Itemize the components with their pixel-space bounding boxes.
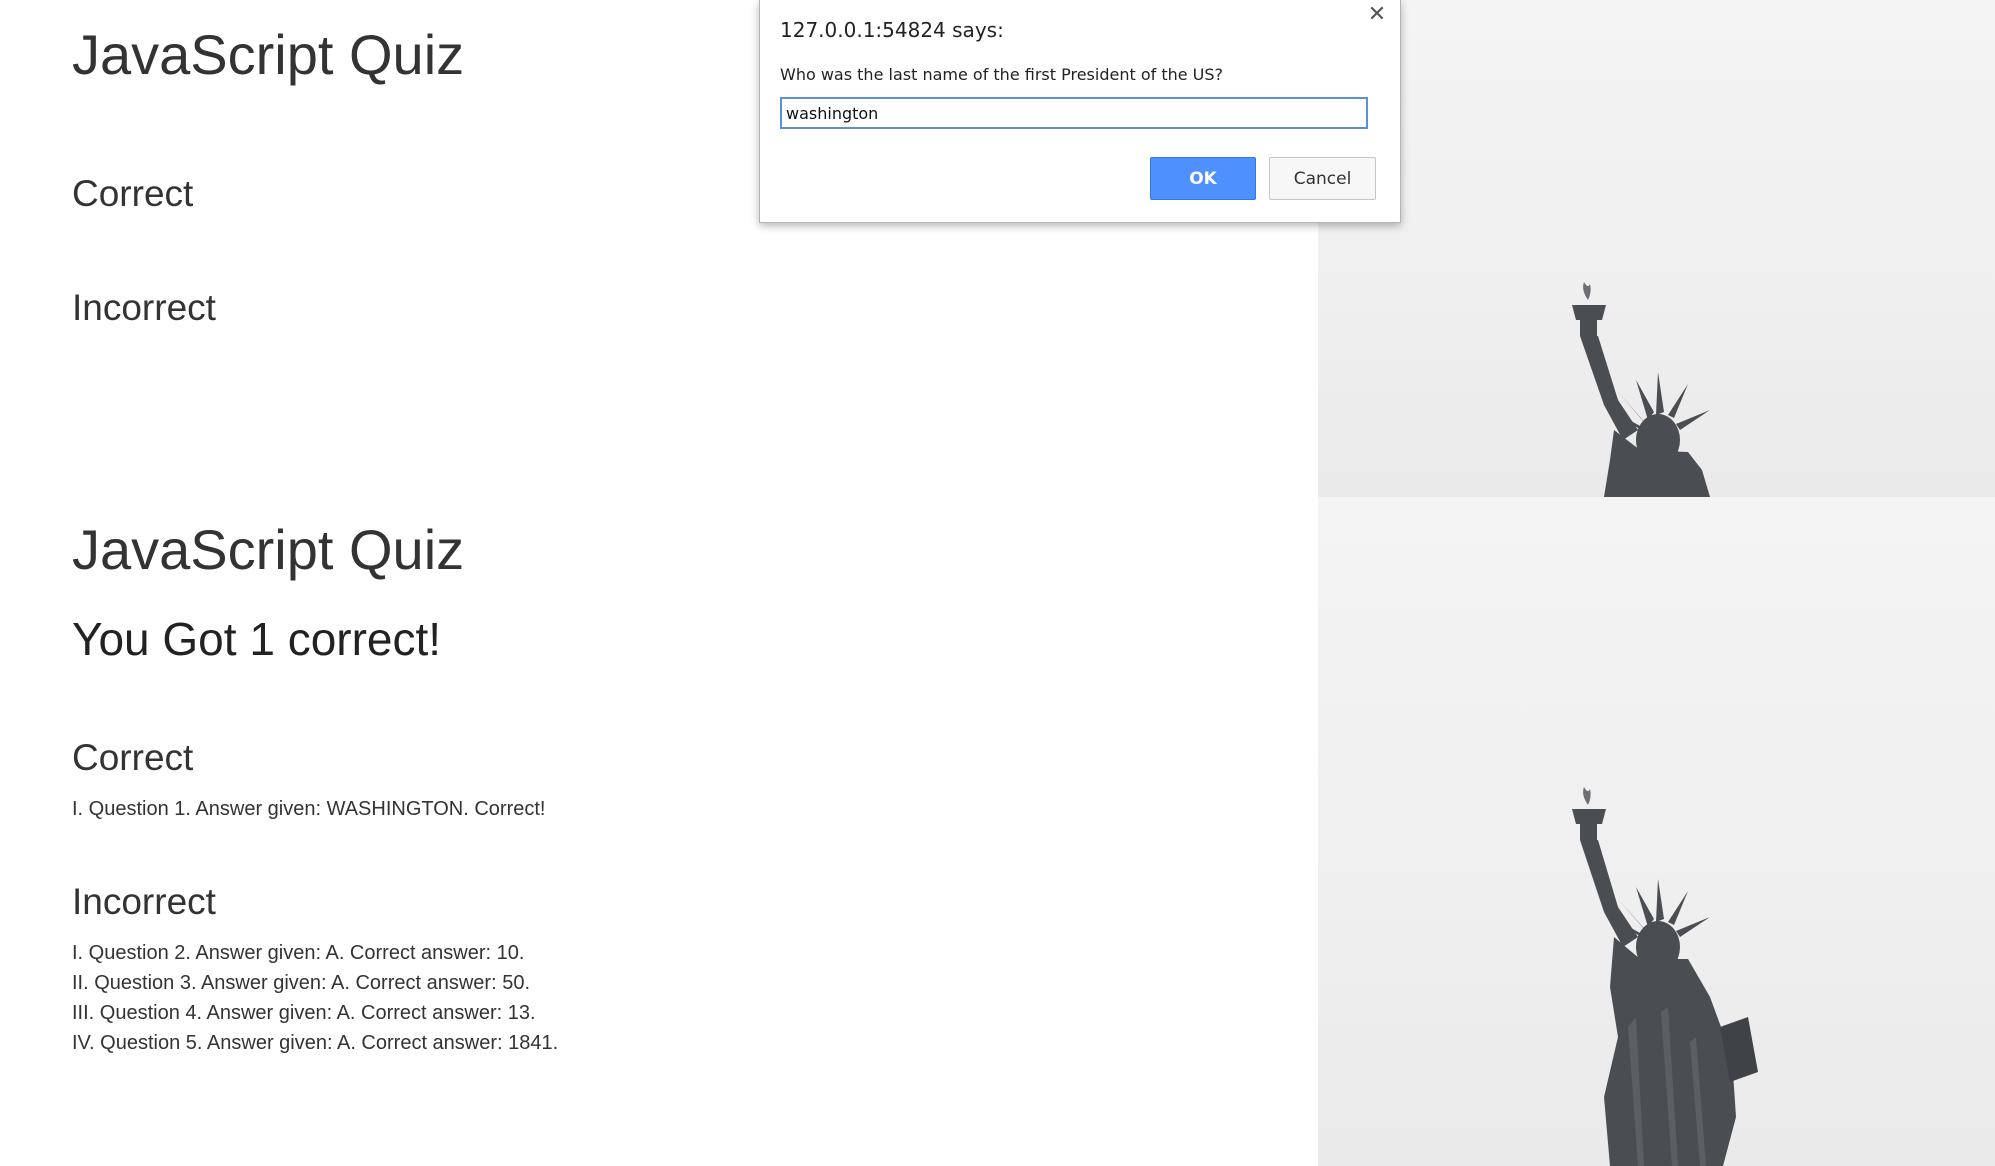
statue-of-liberty-illustration	[1572, 787, 1758, 1166]
statue-of-liberty-image	[1318, 0, 1995, 497]
incorrect-heading: Incorrect	[72, 287, 216, 328]
incorrect-heading: Incorrect	[72, 881, 216, 922]
quiz-page-results: JavaScript Quiz You Got 1 correct! Corre…	[0, 497, 1995, 1166]
incorrect-list: I. Question 2. Answer given: A. Correct …	[72, 938, 558, 1058]
cancel-button[interactable]: Cancel	[1269, 157, 1376, 200]
page-title: JavaScript Quiz	[72, 518, 465, 581]
correct-heading: Correct	[72, 737, 194, 778]
correct-list: I. Question 1. Answer given: WASHINGTON.…	[72, 794, 546, 824]
list-item: I. Question 1. Answer given: WASHINGTON.…	[72, 798, 546, 820]
score-heading: You Got 1 correct!	[72, 613, 442, 665]
prompt-dialog: 127.0.0.1:54824 says: ✕ Who was the last…	[759, 0, 1401, 223]
dialog-title: 127.0.0.1:54824 says:	[780, 18, 1004, 42]
quiz-page-top: JavaScript Quiz Correct Incorrect 127.0.…	[0, 0, 1995, 497]
list-item: II. Question 3. Answer given: A. Correct…	[72, 972, 530, 994]
list-item: IV. Question 5. Answer given: A. Correct…	[72, 1032, 559, 1054]
list-item: III. Question 4. Answer given: A. Correc…	[72, 1002, 536, 1024]
dialog-message: Who was the last name of the first Presi…	[780, 65, 1224, 84]
page-title: JavaScript Quiz	[72, 23, 465, 86]
list-item: I. Question 2. Answer given: A. Correct …	[72, 942, 525, 964]
statue-of-liberty-illustration	[1572, 282, 1710, 497]
statue-of-liberty-image	[1318, 497, 1995, 1166]
correct-heading: Correct	[72, 173, 194, 214]
answer-input[interactable]	[780, 97, 1368, 129]
ok-button[interactable]: OK	[1150, 157, 1256, 200]
close-icon[interactable]: ✕	[1364, 2, 1390, 28]
